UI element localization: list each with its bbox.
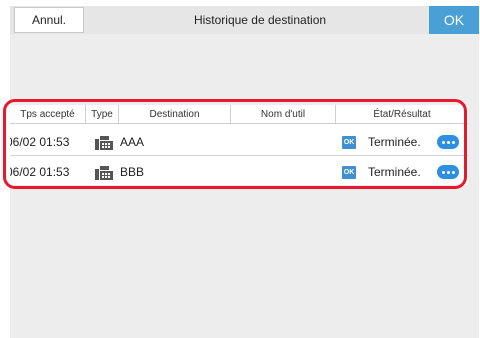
cancel-button[interactable]: Annul. <box>14 7 84 33</box>
page-title: Historique de destination <box>193 13 327 27</box>
top-bar: Annul. Historique de destination OK <box>10 6 479 34</box>
ok-button[interactable]: OK <box>429 6 479 34</box>
highlight-frame <box>3 99 467 189</box>
